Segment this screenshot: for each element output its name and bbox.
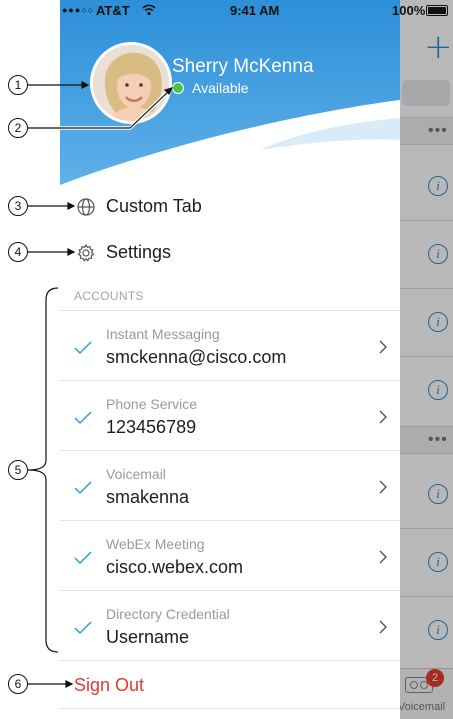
- wifi-icon: [142, 4, 156, 16]
- account-title: WebEx Meeting: [106, 536, 205, 552]
- clock: 9:41 AM: [230, 3, 280, 18]
- sign-out-button[interactable]: Sign Out: [74, 675, 144, 696]
- presence-status-text[interactable]: Available: [192, 80, 249, 96]
- callout-1: 1: [8, 75, 28, 95]
- side-panel: Sherry McKenna Available Custom Tab Sett…: [60, 0, 400, 719]
- checkmark-icon: [74, 411, 92, 425]
- account-row-directory-credential[interactable]: Directory Credential Username: [60, 591, 400, 661]
- callout-3: 3: [8, 196, 28, 216]
- account-title: Voicemail: [106, 466, 166, 482]
- profile-photo: [93, 45, 169, 121]
- account-value: cisco.webex.com: [106, 557, 244, 577]
- chevron-right-icon: [379, 620, 387, 634]
- account-title: Phone Service: [106, 396, 198, 412]
- account-row-voicemail[interactable]: Voicemail smakenna: [60, 451, 400, 521]
- callout-6: 6: [8, 674, 28, 694]
- menu-item-label: Custom Tab: [106, 196, 202, 216]
- account-title: Directory Credential: [106, 606, 230, 622]
- account-value: 123456789: [106, 417, 197, 437]
- signal-strength-icon: ●●●○○: [62, 5, 95, 15]
- menu-item-settings[interactable]: Settings: [60, 231, 400, 275]
- accounts-section-header: ACCOUNTS: [74, 289, 144, 303]
- menu-item-label: Settings: [106, 242, 172, 262]
- account-row-instant-messaging[interactable]: Instant Messaging smckenna@cisco.com: [60, 311, 400, 381]
- gear-icon: [77, 243, 95, 262]
- battery-percent: 100%: [392, 3, 426, 18]
- user-name: Sherry McKenna: [172, 56, 314, 77]
- account-value: Username: [106, 627, 190, 647]
- callout-4: 4: [8, 242, 28, 262]
- account-value: smakenna: [106, 487, 190, 507]
- callout-5: 5: [8, 460, 28, 480]
- battery-icon: [426, 5, 448, 16]
- account-value: smckenna@cisco.com: [106, 347, 287, 367]
- carrier-name: AT&T: [96, 3, 130, 18]
- account-title: Instant Messaging: [106, 326, 220, 342]
- globe-icon: [77, 198, 95, 216]
- row-divider: [60, 708, 400, 709]
- checkmark-icon: [74, 621, 92, 635]
- chevron-right-icon: [379, 410, 387, 424]
- account-row-phone-service[interactable]: Phone Service 123456789: [60, 381, 400, 451]
- presence-status-icon[interactable]: [172, 82, 184, 94]
- menu-item-custom-tab[interactable]: Custom Tab: [60, 185, 400, 229]
- row-divider: [60, 660, 400, 661]
- checkmark-icon: [74, 341, 92, 355]
- chevron-right-icon: [379, 550, 387, 564]
- avatar[interactable]: [90, 42, 172, 124]
- chevron-right-icon: [379, 340, 387, 354]
- checkmark-icon: [74, 481, 92, 495]
- checkmark-icon: [74, 551, 92, 565]
- status-bar: ●●●○○ AT&T 9:41 AM 100%: [0, 0, 453, 22]
- account-row-webex-meeting[interactable]: WebEx Meeting cisco.webex.com: [60, 521, 400, 591]
- chevron-right-icon: [379, 480, 387, 494]
- profile-header: Sherry McKenna Available: [60, 0, 400, 185]
- callout-2: 2: [8, 118, 28, 138]
- dim-overlay[interactable]: [400, 0, 453, 719]
